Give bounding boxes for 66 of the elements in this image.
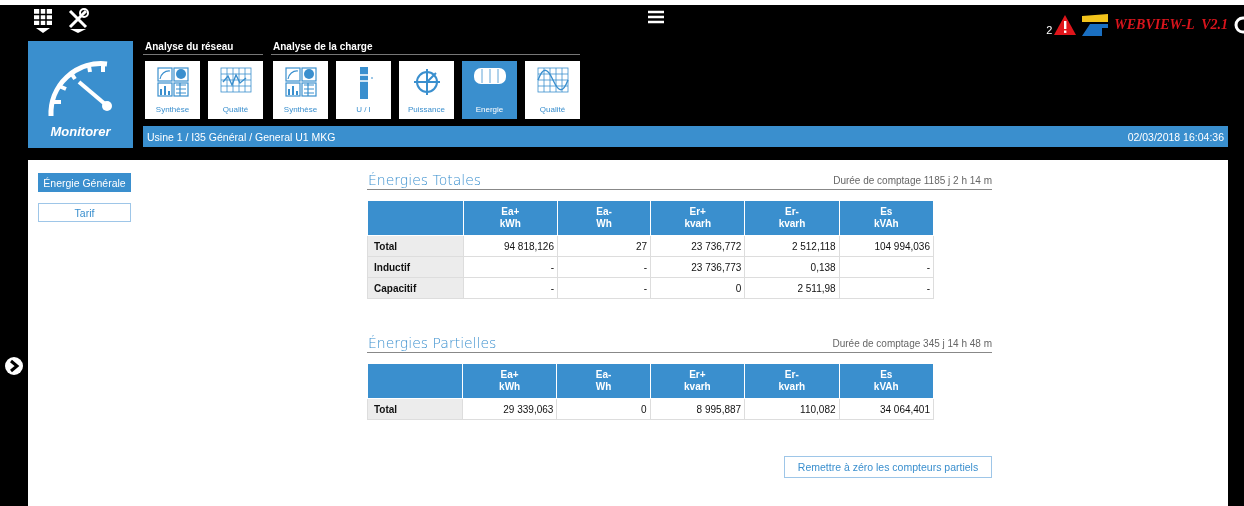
column-header: Er+ kvarh — [650, 200, 745, 236]
column-header: Er- kvarh — [744, 200, 840, 236]
nav-tab[interactable]: Synthèse — [273, 61, 328, 119]
date-time: 02/03/2018 16:04:36 — [1127, 130, 1224, 143]
table-cell: - — [557, 256, 651, 278]
sidebar-item[interactable]: Tarif — [38, 203, 131, 222]
count-duration: Durée de comptage 1185 j 2 h 14 m — [833, 175, 992, 188]
waveform-grid-icon — [219, 67, 252, 95]
table-cell: 27 — [557, 235, 651, 257]
column-header: Er+ kvarh — [650, 363, 745, 399]
table-cell: - — [463, 256, 558, 278]
table-cell: - — [557, 277, 651, 299]
table-cell: 23 736,772 — [650, 235, 745, 257]
table-cell: 34 064,401 — [839, 398, 934, 420]
alert-count: 2 — [1046, 24, 1053, 36]
table-cell: 0 — [650, 277, 745, 299]
column-header: Es kVAh — [839, 363, 934, 399]
table-cell: 2 512,118 — [744, 235, 840, 257]
column-header: Ea- Wh — [556, 363, 651, 399]
product-name: WEBVIEW-L V2.1 — [1114, 17, 1228, 33]
column-header: Ea+ kWh — [462, 363, 557, 399]
table-cell: 104 994,036 — [839, 235, 934, 257]
table-cell: - — [839, 277, 934, 299]
row-label: Total — [367, 398, 463, 420]
menu-icon[interactable] — [648, 10, 664, 24]
section-title: Énergies Partielles — [368, 335, 497, 351]
reset-button[interactable]: Remettre à zéro les compteurs partiels — [784, 456, 992, 478]
row-label: Capacitif — [367, 277, 464, 299]
section-title: Énergies Totales — [368, 172, 482, 188]
counter-icon — [472, 67, 507, 85]
column-header: Es kVAh — [839, 200, 934, 236]
column-header: Ea+ kWh — [463, 200, 558, 236]
nav-tab[interactable]: Energie — [462, 61, 517, 119]
group-title: Analyse de la charge — [271, 41, 580, 55]
breadcrumb: Usine 1 / I35 Général / General U1 MKG — [147, 130, 336, 143]
nav-tab[interactable]: U / I — [336, 61, 391, 119]
table-cell: 0 — [556, 398, 651, 420]
phasor-icon — [411, 67, 442, 97]
dashboard-icon — [156, 67, 189, 97]
table-cell: 23 736,773 — [650, 256, 745, 278]
module-tile[interactable]: Monitorer — [28, 41, 133, 148]
column-header: Er- kvarh — [744, 363, 839, 399]
row-label: Inductif — [367, 256, 464, 278]
nav-tab[interactable]: Qualité — [208, 61, 263, 119]
tools-icon[interactable] — [67, 8, 89, 34]
row-label: Total — [367, 235, 464, 257]
table-cell: 8 995,887 — [650, 398, 745, 420]
table-cell: 0,138 — [744, 256, 840, 278]
table-cell: 29 339,063 — [462, 398, 557, 420]
table-cell: - — [463, 277, 558, 299]
nav-tab[interactable]: Puissance — [399, 61, 454, 119]
sidebar-item[interactable]: Énergie Générale — [38, 173, 131, 192]
table-cell: - — [839, 256, 934, 278]
table-cell: 2 511,98 — [744, 277, 840, 299]
table-cell: 94 818,126 — [463, 235, 558, 257]
warning-icon[interactable] — [1054, 15, 1077, 35]
count-duration: Durée de comptage 345 j 14 h 48 m — [832, 338, 992, 351]
nav-tab[interactable]: Synthèse — [145, 61, 200, 119]
nav-tab[interactable]: Qualité — [525, 61, 580, 119]
column-header: Ea- Wh — [557, 200, 651, 236]
table-cell: 110,082 — [744, 398, 839, 420]
grid-icon[interactable] — [33, 8, 53, 34]
sine-grid-icon — [536, 67, 569, 95]
dashboard-icon — [284, 67, 317, 97]
group-title: Analyse du réseau — [143, 41, 263, 55]
logo-icon — [1082, 14, 1109, 36]
